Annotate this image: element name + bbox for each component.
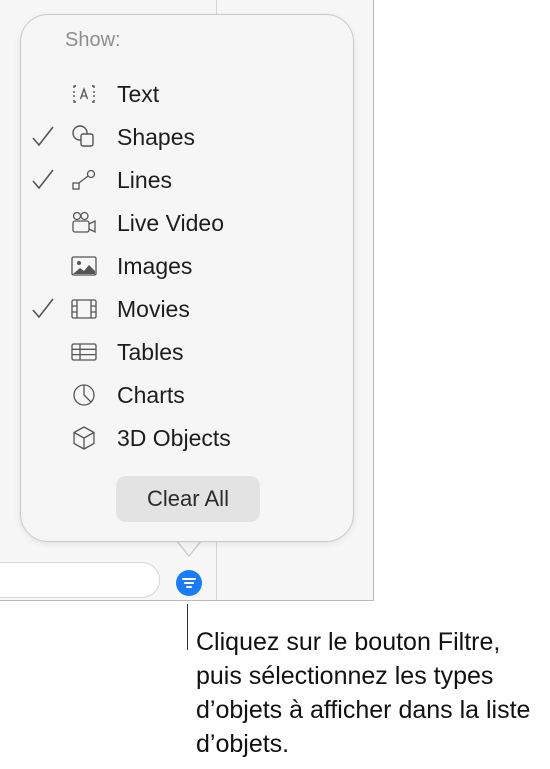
menu-item-label: Tables [117, 339, 184, 365]
menu-item-label: Movies [117, 296, 190, 322]
clear-all-button[interactable]: Clear All [116, 476, 260, 522]
menu-item-shapes[interactable]: Shapes [29, 116, 347, 156]
search-field[interactable] [0, 562, 160, 598]
menu-item-lines[interactable]: Lines [29, 159, 347, 199]
menu-item-charts[interactable]: Charts [29, 374, 347, 414]
pie-chart-icon [73, 384, 95, 406]
checkmark-icon [32, 169, 54, 190]
checkmark-icon [32, 126, 54, 147]
menu-item-label: Lines [117, 167, 172, 193]
menu-item-live-video[interactable]: Live Video [29, 202, 347, 242]
checkmark-icon [32, 298, 54, 319]
film-icon [71, 299, 97, 319]
image-icon [71, 256, 97, 276]
video-camera-icon [72, 211, 96, 234]
menu-item-movies[interactable]: Movies [29, 288, 347, 328]
popover-header: Show: [65, 29, 121, 51]
menu-item-label: Charts [117, 382, 185, 408]
filter-button[interactable] [176, 570, 202, 596]
menu-item-3d-objects[interactable]: 3D Objects [29, 417, 347, 457]
menu-item-label: Live Video [117, 210, 224, 236]
text-box-icon [73, 85, 95, 103]
table-icon [71, 343, 97, 361]
menu-item-label: Text [117, 81, 160, 107]
cube-icon [73, 426, 95, 450]
popover-arrow [177, 540, 201, 555]
menu-item-label: 3D Objects [117, 425, 231, 451]
menu-item-label: Shapes [117, 124, 196, 150]
callout-text: Cliquez sur le bouton Filtre, puis sélec… [196, 628, 531, 758]
shapes-icon [72, 125, 94, 147]
callout-line [187, 604, 188, 650]
menu-item-tables[interactable]: Tables [29, 331, 347, 371]
menu-item-label: Images [117, 253, 193, 279]
filter-popover: Show: Text Shapes Lines Live Video Image… [20, 14, 354, 542]
menu-item-images[interactable]: Images [29, 245, 347, 285]
menu-item-text[interactable]: Text [29, 73, 347, 113]
lines-icon [72, 169, 96, 190]
